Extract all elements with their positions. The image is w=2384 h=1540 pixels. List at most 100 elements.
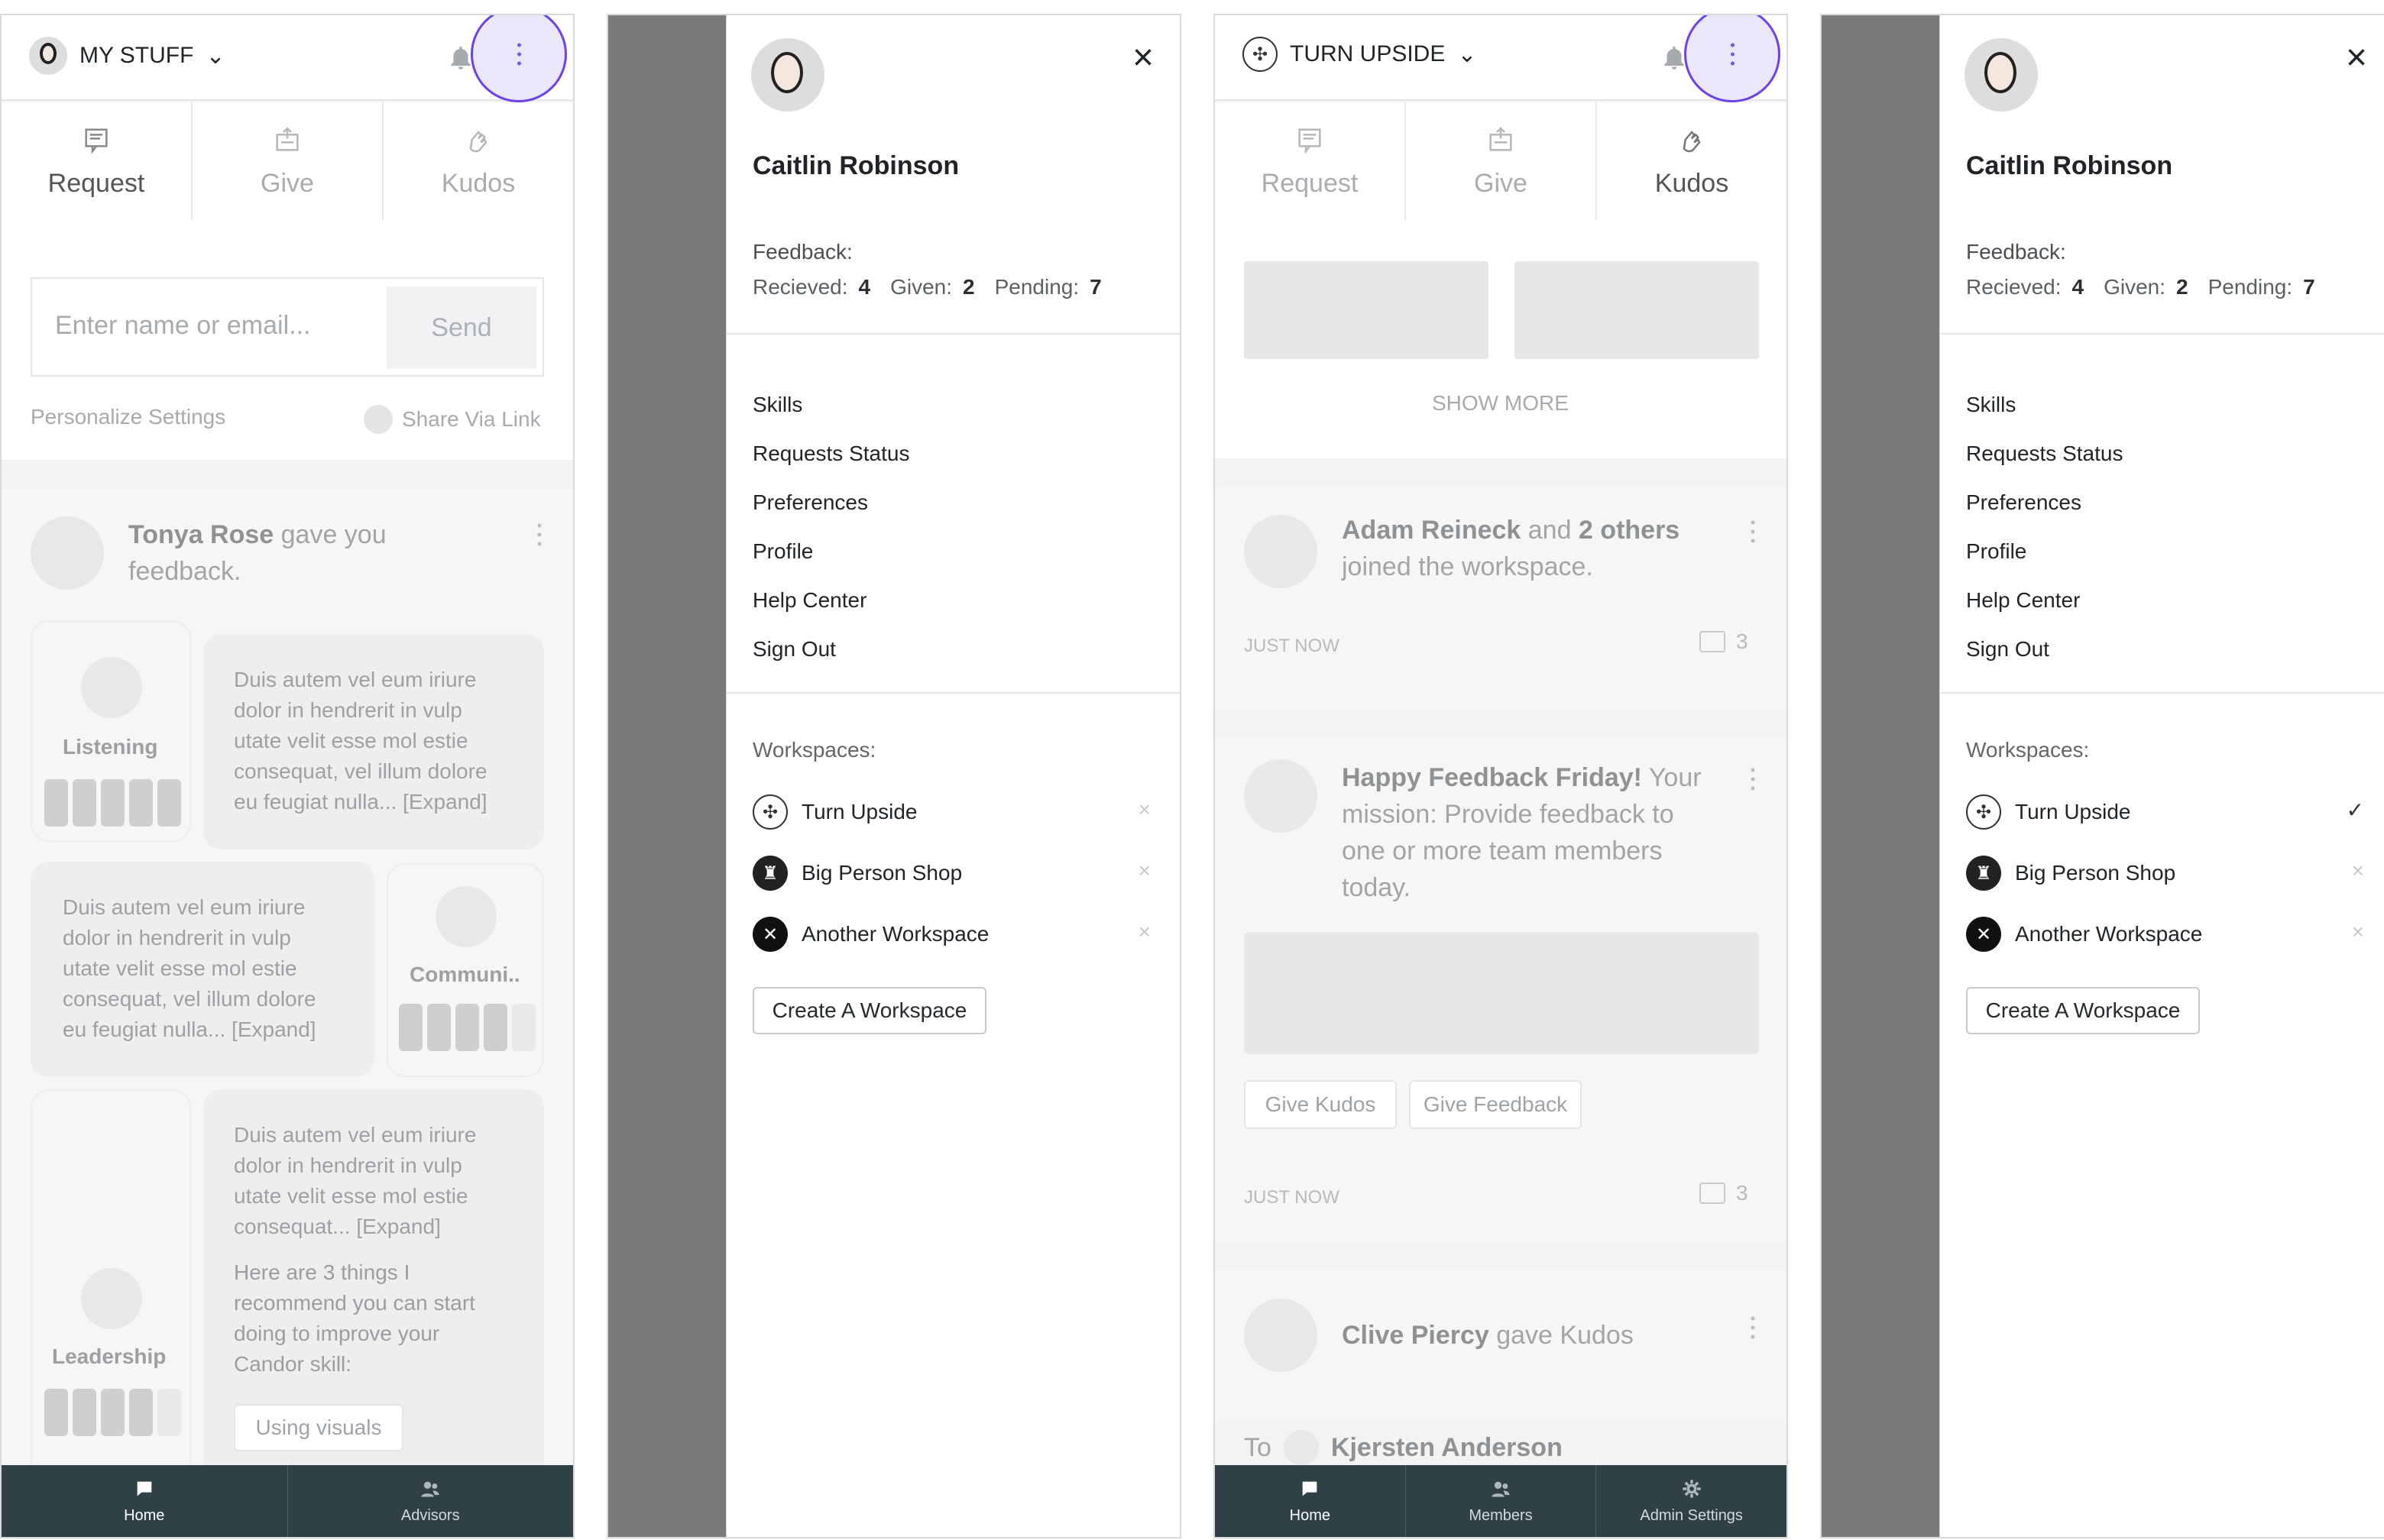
comments-button[interactable]: 3: [1699, 1181, 1748, 1205]
workspace-item[interactable]: ✕ Another Workspace: [753, 917, 989, 952]
give-kudos-button[interactable]: Give Kudos: [1244, 1080, 1397, 1129]
skill-name: Listening: [63, 735, 158, 759]
screen-drawer-1: × Caitlin Robinson Feedback: Recieved: 4 G…: [607, 14, 1181, 1538]
more-vertical-icon: [516, 40, 522, 68]
more-vertical-icon[interactable]: [1750, 518, 1756, 545]
show-more-button[interactable]: SHOW MORE: [1432, 391, 1569, 416]
tab-request[interactable]: Request: [2, 102, 193, 220]
feedback-text: Duis autem vel eum iriure dolor in hendre…: [234, 668, 487, 814]
nav-members[interactable]: Members: [1406, 1465, 1597, 1537]
more-options-button[interactable]: [471, 15, 567, 102]
workspace-item[interactable]: ♜ Big Person Shop: [753, 856, 962, 891]
workspace-switcher[interactable]: ✣ TURN UPSIDE ⌄: [1242, 37, 1477, 72]
tab-give[interactable]: Give: [193, 102, 384, 220]
bottom-nav: Home Advisors: [2, 1465, 573, 1537]
recipient-name[interactable]: Kjersten Anderson: [1331, 1433, 1563, 1463]
feedback-stats: Recieved: 4 Given: 2 Pending: 7: [1966, 275, 2315, 299]
remove-icon[interactable]: ×: [2352, 920, 2364, 944]
email-field[interactable]: Enter name or email... Send: [31, 277, 544, 377]
feed-title: Happy Feedback Friday!: [1342, 763, 1643, 792]
tab-label: Kudos: [441, 168, 516, 198]
feed-name[interactable]: Tonya Rose: [128, 520, 274, 549]
skill-name: Leadership: [52, 1344, 167, 1368]
close-icon[interactable]: ×: [1132, 40, 1154, 76]
comments-button[interactable]: 3: [1699, 629, 1748, 654]
more-vertical-icon: [1729, 40, 1735, 68]
tab-give[interactable]: Give: [1406, 102, 1597, 220]
create-workspace-button[interactable]: Create A Workspace: [753, 987, 986, 1034]
more-vertical-icon[interactable]: [1750, 1314, 1756, 1341]
screen-my-stuff: MY STUFF ⌄ Request Give Kudos Enter name…: [0, 14, 575, 1538]
menu-requests-status[interactable]: Requests Status: [753, 429, 909, 478]
feed-headline: Adam Reineck and 2 others joined the work…: [1342, 516, 1680, 581]
tab-kudos[interactable]: Kudos: [384, 102, 573, 220]
kudos-placeholder[interactable]: [1244, 261, 1488, 359]
feed-name[interactable]: Clive Piercy: [1342, 1321, 1489, 1350]
tab-kudos[interactable]: Kudos: [1597, 102, 1786, 220]
create-workspace-button[interactable]: Create A Workspace: [1966, 987, 2200, 1034]
menu-sign-out[interactable]: Sign Out: [1966, 625, 2123, 674]
share-via-link[interactable]: Share Via Link: [364, 405, 541, 434]
workspace-switcher[interactable]: MY STUFF ⌄: [29, 37, 225, 75]
menu-profile[interactable]: Profile: [753, 527, 909, 576]
menu-help-center[interactable]: Help Center: [753, 576, 909, 625]
give-feedback-button[interactable]: Give Feedback: [1409, 1080, 1582, 1129]
share-toggle[interactable]: [364, 405, 393, 434]
menu-requests-status[interactable]: Requests Status: [1966, 429, 2123, 478]
workspace-title: MY STUFF: [79, 43, 194, 68]
skill-icon: [81, 657, 142, 718]
feedback-label: Feedback:: [753, 240, 853, 264]
menu-sign-out[interactable]: Sign Out: [753, 625, 909, 674]
menu-preferences[interactable]: Preferences: [753, 478, 909, 527]
skill-rating: [399, 1004, 536, 1051]
menu-skills[interactable]: Skills: [753, 380, 909, 429]
nav-label: Home: [1289, 1506, 1331, 1524]
workspace-item[interactable]: ♜ Big Person Shop: [1966, 856, 2175, 891]
remove-icon[interactable]: ×: [1139, 920, 1151, 944]
close-icon[interactable]: ×: [2346, 40, 2367, 76]
nav-home[interactable]: Home: [2, 1465, 288, 1537]
chat-icon: [137, 1481, 152, 1496]
nav-home[interactable]: Home: [1215, 1465, 1406, 1537]
more-vertical-icon[interactable]: [536, 521, 543, 548]
another-workspace-icon: ✕: [753, 917, 788, 952]
tab-request[interactable]: Request: [1215, 102, 1406, 220]
kudos-placeholder[interactable]: [1514, 261, 1759, 359]
tab-label: Request: [1261, 168, 1359, 198]
feed-name[interactable]: Adam Reineck: [1342, 516, 1521, 545]
more-vertical-icon[interactable]: [1750, 765, 1756, 793]
personalize-settings-link[interactable]: Personalize Settings: [31, 405, 225, 429]
turn-upside-icon: ✣: [1242, 37, 1278, 72]
remove-icon[interactable]: ×: [1139, 859, 1151, 883]
menu-skills[interactable]: Skills: [1966, 380, 2123, 429]
nav-label: Members: [1469, 1506, 1533, 1524]
users-icon: [421, 1481, 439, 1496]
shop-icon: ♜: [1966, 856, 2001, 891]
menu-profile[interactable]: Profile: [1966, 527, 2123, 576]
workspace-item[interactable]: ✕ Another Workspace: [1966, 917, 2202, 952]
action-tabs: Request Give Kudos: [1215, 102, 1786, 220]
nav-advisors[interactable]: Advisors: [288, 1465, 574, 1537]
more-options-button[interactable]: [1684, 15, 1780, 102]
action-tabs: Request Give Kudos: [2, 102, 573, 220]
divider: [727, 692, 1180, 694]
workspace-item[interactable]: ✣ Turn Upside: [753, 794, 917, 830]
workspace-title: TURN UPSIDE: [1290, 41, 1446, 66]
skill-icon: [436, 886, 497, 947]
menu-help-center[interactable]: Help Center: [1966, 576, 2123, 625]
nav-admin-settings[interactable]: Admin Settings: [1596, 1465, 1786, 1537]
feed-rest: gave you: [274, 520, 387, 549]
feedback-stats: Recieved: 4 Given: 2 Pending: 7: [753, 275, 1102, 299]
send-button[interactable]: Send: [387, 286, 536, 369]
give-icon: [276, 126, 299, 151]
workspace-item[interactable]: ✣ Turn Upside: [1966, 794, 2130, 830]
remove-icon[interactable]: ×: [2352, 859, 2364, 883]
remove-icon[interactable]: ×: [1139, 798, 1151, 822]
menu-preferences[interactable]: Preferences: [1966, 478, 2123, 527]
feedback-text: Duis autem vel eum iriure dolor in hendre…: [234, 1123, 477, 1238]
skill-pill[interactable]: Using visuals: [234, 1404, 403, 1451]
feed-others[interactable]: 2 others: [1579, 516, 1679, 545]
feed-line2: feedback.: [128, 557, 241, 586]
turn-upside-icon: ✣: [753, 794, 788, 830]
timestamp: JUST NOW: [1244, 1187, 1339, 1208]
